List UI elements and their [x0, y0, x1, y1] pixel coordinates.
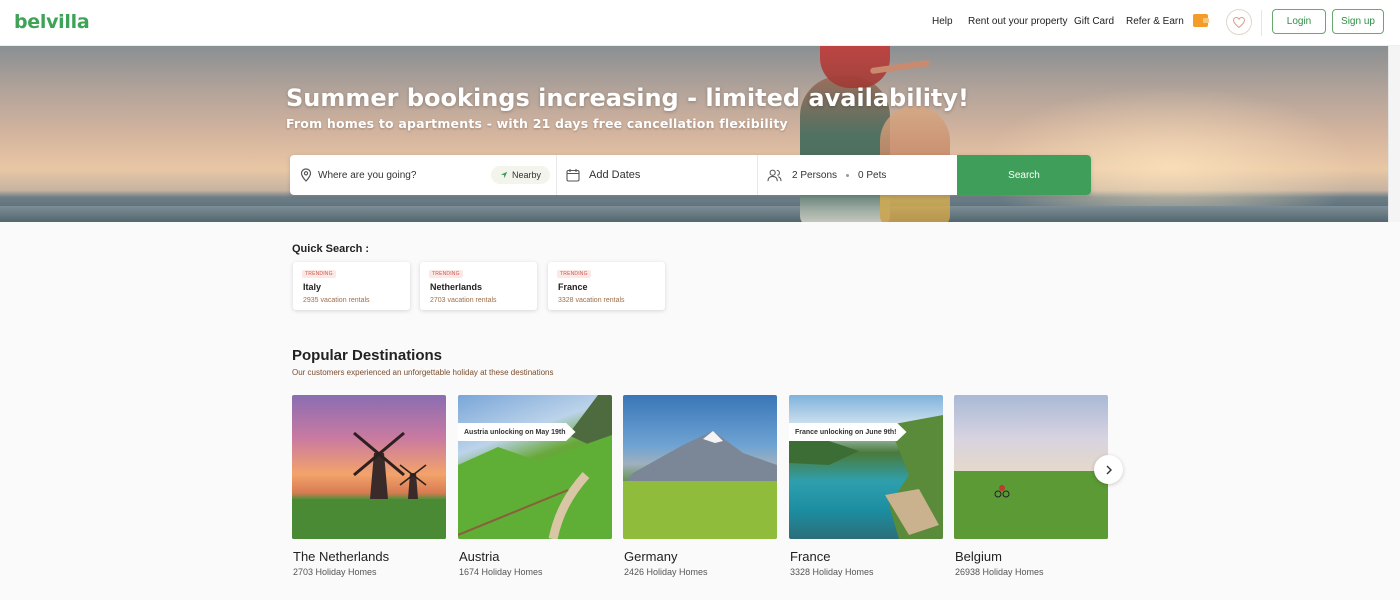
- hero-sea: [0, 206, 1388, 222]
- quick-search-name: Netherlands: [430, 282, 483, 292]
- hero-title: Summer bookings increasing - limited ava…: [286, 84, 969, 112]
- popular-destinations-title: Popular Destinations: [292, 347, 443, 364]
- destination-count: 26938 Holiday Homes: [955, 567, 1044, 577]
- destination-card-germany[interactable]: Germany 2426 Holiday Homes: [623, 395, 777, 577]
- destination-count: 2703 Holiday Homes: [293, 567, 377, 577]
- signup-button[interactable]: Sign up: [1332, 9, 1384, 34]
- carousel-next-button[interactable]: [1094, 455, 1123, 484]
- quick-search-count: 2703 vacation rentals: [430, 297, 497, 304]
- destination-card-france[interactable]: France unlocking on June 9th! France 332…: [789, 395, 943, 577]
- quick-search-name: France: [558, 282, 588, 292]
- search-bar: Where are you going? Nearby Add Dates 2 …: [290, 155, 1091, 195]
- destination-image: France unlocking on June 9th!: [789, 395, 943, 539]
- trending-badge: TRENDING: [302, 270, 336, 278]
- coast-landscape-icon: [789, 415, 943, 539]
- destination-placeholder: Where are you going?: [318, 169, 417, 181]
- destination-card-netherlands[interactable]: The Netherlands 2703 Holiday Homes: [292, 395, 446, 577]
- persons-icon: [767, 169, 782, 181]
- destination-name: Belgium: [955, 549, 1002, 564]
- destination-image: Austria unlocking on May 19th: [458, 395, 612, 539]
- nav-help[interactable]: Help: [932, 16, 953, 27]
- quick-search-card-france[interactable]: TRENDING France 3328 vacation rentals: [548, 262, 665, 310]
- nearby-button[interactable]: Nearby: [491, 166, 551, 184]
- destination-card-belgium[interactable]: Belgium 26938 Holiday Homes: [954, 395, 1108, 577]
- hero-sun-glow: [980, 86, 1360, 222]
- field-landscape-icon: [954, 471, 1108, 539]
- nav-rent-out[interactable]: Rent out your property: [968, 16, 1068, 27]
- header-divider: [1261, 10, 1262, 36]
- quick-search-card-netherlands[interactable]: TRENDING Netherlands 2703 vacation renta…: [420, 262, 537, 310]
- destination-count: 3328 Holiday Homes: [790, 567, 874, 577]
- nav-refer-earn[interactable]: Refer & Earn: [1126, 16, 1184, 27]
- guests-separator-dot: [846, 173, 850, 177]
- login-button[interactable]: Login: [1272, 9, 1326, 34]
- chevron-right-icon: [1106, 465, 1112, 474]
- guests-field[interactable]: 2 Persons 0 Pets: [767, 155, 955, 195]
- quick-search-card-italy[interactable]: TRENDING Italy 2935 vacation rentals: [293, 262, 410, 310]
- belvilla-logo[interactable]: belvilla: [14, 11, 90, 33]
- heart-icon: [1233, 16, 1245, 28]
- mountain-landscape-icon: [458, 395, 612, 539]
- destination-image: [292, 395, 446, 539]
- nav-gift-card[interactable]: Gift Card: [1074, 16, 1114, 27]
- quick-search-count: 2935 vacation rentals: [303, 297, 370, 304]
- favorites-button[interactable]: [1226, 9, 1252, 35]
- destination-count: 2426 Holiday Homes: [624, 567, 708, 577]
- destination-name: Austria: [459, 549, 500, 564]
- search-button[interactable]: Search: [957, 155, 1091, 195]
- calendar-icon: [566, 169, 580, 182]
- destination-name: The Netherlands: [293, 549, 390, 564]
- popular-destinations-subtitle: Our customers experienced an unforgettab…: [292, 368, 554, 377]
- location-pin-icon: [300, 168, 312, 182]
- site-header: belvilla Help Rent out your property Gif…: [0, 0, 1400, 46]
- search-separator: [757, 155, 758, 195]
- destination-image: [954, 395, 1108, 539]
- search-separator: [556, 155, 557, 195]
- wallet-icon[interactable]: [1193, 14, 1209, 27]
- quick-search-title: Quick Search :: [292, 243, 370, 255]
- destination-name: France: [790, 549, 831, 564]
- trending-badge: TRENDING: [557, 270, 591, 278]
- persons-value: 2 Persons: [792, 169, 838, 181]
- hero-banner: [0, 46, 1388, 222]
- destination-field[interactable]: Where are you going?: [300, 155, 490, 195]
- destination-image: [623, 395, 777, 539]
- nearby-label: Nearby: [512, 170, 542, 180]
- unlock-tag: France unlocking on June 9th!: [789, 423, 907, 441]
- quick-search-name: Italy: [303, 282, 322, 292]
- hero-scrollbar[interactable]: [1388, 46, 1400, 222]
- destination-count: 1674 Holiday Homes: [459, 567, 543, 577]
- dates-placeholder: Add Dates: [589, 169, 641, 181]
- quick-search-count: 3328 vacation rentals: [558, 297, 625, 304]
- dates-field[interactable]: Add Dates: [566, 155, 756, 195]
- navigation-arrow-icon: [500, 171, 508, 179]
- unlock-tag: Austria unlocking on May 19th: [458, 423, 576, 441]
- hero-subtitle: From homes to apartments - with 21 days …: [286, 116, 788, 131]
- alps-landscape-icon: [623, 431, 777, 539]
- destination-name: Germany: [624, 549, 678, 564]
- pets-value: 0 Pets: [858, 169, 887, 181]
- windmill-icon: [292, 431, 446, 539]
- destination-card-austria[interactable]: Austria unlocking on May 19th Austria 16…: [458, 395, 612, 577]
- trending-badge: TRENDING: [429, 270, 463, 278]
